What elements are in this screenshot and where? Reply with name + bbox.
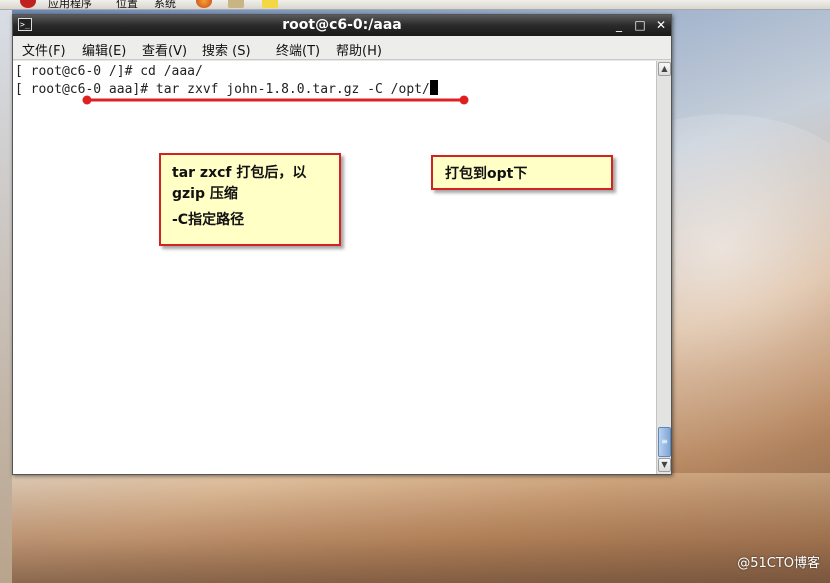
scroll-up-icon[interactable]: ▲ <box>658 62 671 76</box>
menu-help[interactable]: 帮助(H) <box>336 40 382 59</box>
scrollbar-thumb[interactable]: ≡ <box>658 427 671 457</box>
callout-text-line: gzip 压缩 <box>172 186 238 202</box>
menu-view[interactable]: 查看(V) <box>142 40 187 59</box>
mail-icon[interactable] <box>228 0 244 8</box>
annotation-callout-tar: tar zxcf 打包后，以 gzip 压缩 -C指定路径 <box>159 153 341 246</box>
firefox-icon[interactable] <box>196 0 212 8</box>
menu-file[interactable]: 文件(F) <box>22 40 66 59</box>
vertical-scrollbar[interactable]: ▲ ≡ ▼ <box>656 61 671 474</box>
minimize-button[interactable]: _ <box>611 17 627 33</box>
menu-applications[interactable]: 应用程序 <box>48 0 92 9</box>
callout-text-line: -C指定路径 <box>172 212 245 228</box>
terminal-line: [ root@c6-0 /]# cd /aaa/ <box>15 64 203 79</box>
desktop-wallpaper-bottom <box>0 473 830 583</box>
window-title: root@c6-0:/aaa <box>282 17 402 33</box>
top-panel: 应用程序 位置 系统 <box>0 0 830 10</box>
redhat-logo-icon[interactable] <box>20 0 36 8</box>
menubar: 文件(F) 编辑(E) 查看(V) 搜索 (S) 终端(T) 帮助(H) <box>13 36 671 60</box>
callout-text-line: 打包到opt下 <box>445 166 528 182</box>
menu-edit[interactable]: 编辑(E) <box>82 40 126 59</box>
terminal-command: [ root@c6-0 aaa]# tar zxvf john-1.8.0.ta… <box>15 82 430 97</box>
menu-terminal[interactable]: 终端(T) <box>276 40 320 59</box>
window-titlebar[interactable]: >_ root@c6-0:/aaa _ □ ✕ <box>13 15 671 36</box>
watermark: @51CTO博客 <box>737 556 820 571</box>
scroll-down-icon[interactable]: ▼ <box>658 458 671 472</box>
menu-search[interactable]: 搜索 (S) <box>202 40 251 59</box>
notes-icon[interactable] <box>262 0 278 8</box>
text-cursor <box>429 80 438 95</box>
terminal-window[interactable]: >_ root@c6-0:/aaa _ □ ✕ 文件(F) 编辑(E) 查看(V… <box>12 14 672 475</box>
annotation-callout-opt: 打包到opt下 <box>431 155 613 190</box>
close-button[interactable]: ✕ <box>653 17 669 33</box>
menu-system[interactable]: 系统 <box>154 0 176 9</box>
maximize-button[interactable]: □ <box>632 17 648 33</box>
terminal-line-current: [ root@c6-0 aaa]# tar zxvf john-1.8.0.ta… <box>15 80 656 97</box>
terminal-output[interactable]: [ root@c6-0 /]# cd /aaa/ [ root@c6-0 aaa… <box>13 61 656 474</box>
desktop-left-edge <box>0 10 12 583</box>
menu-places[interactable]: 位置 <box>116 0 138 9</box>
callout-text-line: tar zxcf 打包后，以 <box>172 165 307 181</box>
